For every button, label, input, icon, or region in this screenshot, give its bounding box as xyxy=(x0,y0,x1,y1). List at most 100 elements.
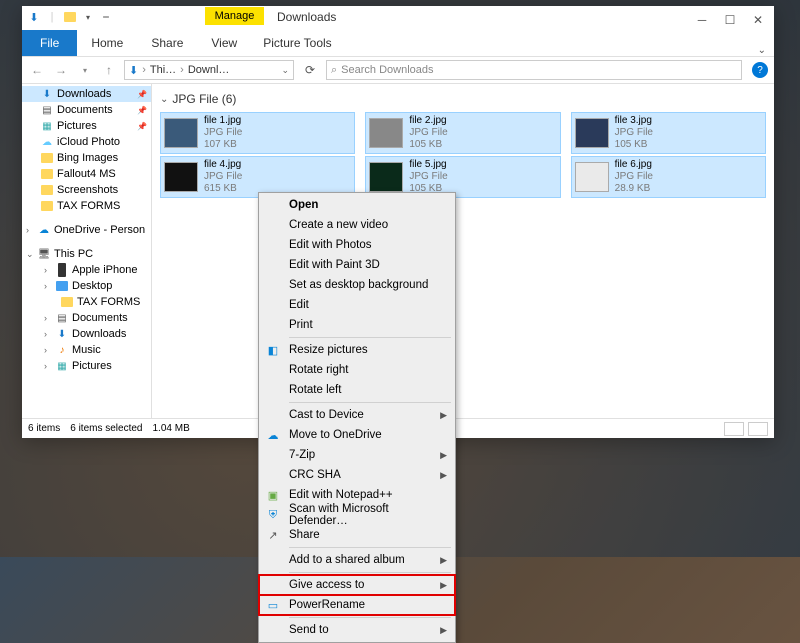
sidebar-item-screenshots[interactable]: Screenshots xyxy=(22,182,151,198)
menu-item-label: 7-Zip xyxy=(289,449,315,461)
file-size: 615 KB xyxy=(204,183,242,195)
status-item-count: 6 items xyxy=(28,423,60,434)
chevron-icon: › xyxy=(44,345,52,355)
back-button[interactable]: ← xyxy=(28,61,46,79)
menu-item-give-access-to[interactable]: Give access to▶ xyxy=(259,575,455,595)
tiles-view-button[interactable] xyxy=(748,422,768,436)
doc-icon: ▤ xyxy=(40,103,54,117)
tab-home[interactable]: Home xyxy=(77,30,137,56)
sidebar-item-pictures[interactable]: ▦Pictures📌 xyxy=(22,118,151,134)
chevron-icon: › xyxy=(44,265,52,275)
help-button[interactable]: ? xyxy=(752,62,768,78)
maximize-button[interactable]: ☐ xyxy=(716,10,744,30)
sidebar-item-bing-images[interactable]: Bing Images xyxy=(22,150,151,166)
sidebar-item-downloads[interactable]: ›⬇Downloads xyxy=(22,326,151,342)
group-header[interactable]: ⌄ JPG File (6) xyxy=(160,88,766,112)
breadcrumb-item[interactable]: Downl… xyxy=(188,64,230,76)
menu-item-rotate-right[interactable]: Rotate right xyxy=(259,360,455,380)
rename-icon: ▭ xyxy=(265,597,281,613)
history-dropdown[interactable]: ▾ xyxy=(76,61,94,79)
menu-item-label: Share xyxy=(289,529,320,541)
qat-dropdown-icon[interactable]: ▾ xyxy=(80,9,96,25)
forward-button[interactable]: → xyxy=(52,61,70,79)
sidebar-item-downloads[interactable]: ⬇Downloads📌 xyxy=(22,86,151,102)
ribbon-expand-icon[interactable]: ⌄ xyxy=(750,45,774,56)
menu-item-7-zip[interactable]: 7-Zip▶ xyxy=(259,445,455,465)
menu-item-label: Open xyxy=(289,199,318,211)
crumb-dropdown-icon[interactable]: ⌄ xyxy=(281,65,289,76)
file-meta: file 1.jpgJPG File107 KB xyxy=(204,115,242,151)
tab-view[interactable]: View xyxy=(197,30,251,56)
sidebar-item-documents[interactable]: ▤Documents📌 xyxy=(22,102,151,118)
manage-tab[interactable]: Manage xyxy=(205,7,265,25)
sidebar-item-fallout4-ms[interactable]: Fallout4 MS xyxy=(22,166,151,182)
sidebar-item-label: This PC xyxy=(54,248,93,260)
sidebar-item-label: Documents xyxy=(57,104,113,116)
qat-overflow-icon[interactable]: ＝ xyxy=(98,9,114,25)
menu-item-crc-sha[interactable]: CRC SHA▶ xyxy=(259,465,455,485)
sidebar-item-documents[interactable]: ›▤Documents xyxy=(22,310,151,326)
sidebar-item-desktop[interactable]: ›Desktop xyxy=(22,278,151,294)
submenu-arrow-icon: ▶ xyxy=(440,625,447,636)
file-item[interactable]: file 6.jpgJPG File28.9 KB xyxy=(571,156,766,198)
menu-item-set-as-desktop-background[interactable]: Set as desktop background xyxy=(259,275,455,295)
sidebar-item-apple-iphone[interactable]: ›Apple iPhone xyxy=(22,262,151,278)
menu-item-open[interactable]: Open xyxy=(259,195,455,215)
breadcrumb-item[interactable]: Thi… xyxy=(150,64,176,76)
menu-item-powerrename[interactable]: ▭PowerRename xyxy=(259,595,455,615)
file-type: JPG File xyxy=(409,171,447,183)
sidebar-item-this-pc[interactable]: ⌄🖥This PC xyxy=(22,246,151,262)
view-buttons xyxy=(724,422,768,436)
sidebar-item-tax-forms[interactable]: TAX FORMS xyxy=(22,294,151,310)
file-tab[interactable]: File xyxy=(22,30,77,56)
chevron-icon: › xyxy=(44,361,52,371)
up-button[interactable]: ↑ xyxy=(100,61,118,79)
menu-item-label: Edit with Paint 3D xyxy=(289,259,380,271)
menu-item-move-to-onedrive[interactable]: ☁Move to OneDrive xyxy=(259,425,455,445)
menu-item-send-to[interactable]: Send to▶ xyxy=(259,620,455,640)
menu-item-cast-to-device[interactable]: Cast to Device▶ xyxy=(259,405,455,425)
sidebar-item-onedrive[interactable]: ›☁OneDrive - Person xyxy=(22,222,151,238)
minimize-button[interactable]: ─ xyxy=(688,10,716,30)
menu-item-resize-pictures[interactable]: ◧Resize pictures xyxy=(259,340,455,360)
details-view-button[interactable] xyxy=(724,422,744,436)
menu-item-create-a-new-video[interactable]: Create a new video xyxy=(259,215,455,235)
sidebar-item-music[interactable]: ›♪Music xyxy=(22,342,151,358)
file-type: JPG File xyxy=(615,171,653,183)
file-item[interactable]: file 2.jpgJPG File105 KB xyxy=(365,112,560,154)
tab-share[interactable]: Share xyxy=(137,30,197,56)
menu-item-edit-with-notepad[interactable]: ▣Edit with Notepad++ xyxy=(259,485,455,505)
menu-item-share[interactable]: ↗Share xyxy=(259,525,455,545)
sidebar-item-icloud-photo[interactable]: ☁iCloud Photo xyxy=(22,134,151,150)
sidebar-item-tax-forms[interactable]: TAX FORMS xyxy=(22,198,151,214)
menu-item-label: Resize pictures xyxy=(289,344,368,356)
menu-item-edit-with-paint-3d[interactable]: Edit with Paint 3D xyxy=(259,255,455,275)
pc-icon: 🖥 xyxy=(37,247,51,261)
title-bar: ⬇ | ▾ ＝ xyxy=(22,6,774,28)
refresh-button[interactable]: ⟳ xyxy=(300,63,320,77)
download-icon: ⬇ xyxy=(40,87,54,101)
search-box[interactable]: ⌕ Search Downloads xyxy=(326,60,742,80)
file-type: JPG File xyxy=(615,127,653,139)
file-thumbnail xyxy=(164,162,198,192)
doc-icon: ▤ xyxy=(55,311,69,325)
folder-icon[interactable] xyxy=(62,9,78,25)
menu-item-edit-with-photos[interactable]: Edit with Photos xyxy=(259,235,455,255)
sidebar-item-label: Downloads xyxy=(57,88,111,100)
file-item[interactable]: file 3.jpgJPG File105 KB xyxy=(571,112,766,154)
file-meta: file 5.jpgJPG File105 KB xyxy=(409,159,447,195)
sidebar-item-pictures[interactable]: ›▦Pictures xyxy=(22,358,151,374)
folder-blue-icon xyxy=(55,279,69,293)
folder-icon xyxy=(40,151,54,165)
tab-picture-tools[interactable]: Picture Tools xyxy=(249,30,345,56)
menu-item-add-to-a-shared-album[interactable]: Add to a shared album▶ xyxy=(259,550,455,570)
file-item[interactable]: file 1.jpgJPG File107 KB xyxy=(160,112,355,154)
address-bar[interactable]: ⬇ › Thi… › Downl… ⌄ xyxy=(124,60,294,80)
menu-item-edit[interactable]: Edit xyxy=(259,295,455,315)
file-type: JPG File xyxy=(409,127,447,139)
menu-item-rotate-left[interactable]: Rotate left xyxy=(259,380,455,400)
menu-item-scan-with-microsoft-defender[interactable]: ⛨Scan with Microsoft Defender… xyxy=(259,505,455,525)
close-button[interactable]: ✕ xyxy=(744,10,772,30)
submenu-arrow-icon: ▶ xyxy=(440,555,447,566)
menu-item-print[interactable]: Print xyxy=(259,315,455,335)
